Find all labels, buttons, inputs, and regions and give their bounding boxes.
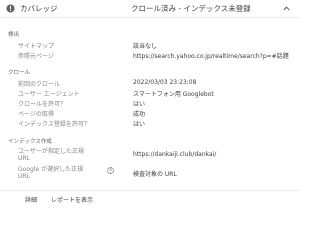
section-crawl: クロール bbox=[8, 70, 31, 76]
google-canonical-label-line1: Google が選択した正規 bbox=[18, 166, 84, 173]
crawl-allowed-label: クロールを許可？ bbox=[18, 101, 67, 108]
coverage-footer: 詳細 レポートを表示 bbox=[0, 190, 300, 208]
help-icon[interactable] bbox=[107, 167, 114, 174]
last-crawl-value: 2022/03/03 23:23:08 bbox=[133, 79, 197, 86]
user-canonical-value[interactable]: https://dankaiji.club/dankai/ bbox=[133, 151, 216, 158]
indexing-allowed-value: はい bbox=[133, 121, 146, 128]
user-agent-label: ユーザー エージェント bbox=[18, 91, 80, 98]
details-button[interactable]: 詳細 bbox=[25, 195, 37, 204]
user-agent-value: スマートフォン用 Googlebot bbox=[133, 91, 214, 98]
coverage-card: カバレッジ クロール済み - インデックス未登録 検出 サイトマップ 該当なし … bbox=[0, 0, 300, 207]
section-indexing: インデックス作成 bbox=[8, 139, 52, 145]
google-canonical-label-line2: URL bbox=[18, 173, 30, 180]
sitemap-label: サイトマップ bbox=[18, 43, 55, 50]
view-report-button[interactable]: レポートを表示 bbox=[51, 195, 93, 204]
coverage-title: カバレッジ bbox=[20, 4, 58, 13]
last-crawl-label: 前回のクロール bbox=[18, 81, 61, 88]
google-canonical-value: 検査対象の URL bbox=[133, 171, 177, 178]
indexing-allowed-label: インデックス登録を許可？ bbox=[18, 121, 90, 128]
warning-icon bbox=[6, 4, 15, 13]
page-fetch-label: ページの取得 bbox=[18, 111, 54, 118]
user-canonical-label: ユーザーが指定した正規 URL bbox=[18, 148, 84, 162]
user-canonical-label-line1: ユーザーが指定した正規 bbox=[18, 148, 84, 155]
referring-page-value[interactable]: https://search.yahoo.co.jp/realtime/sear… bbox=[133, 51, 289, 60]
user-canonical-label-line2: URL bbox=[18, 155, 30, 162]
crawl-allowed-value: はい bbox=[133, 101, 146, 108]
sitemap-value: 該当なし bbox=[133, 43, 158, 50]
page-fetch-value: 成功 bbox=[133, 111, 146, 118]
chevron-up-icon[interactable] bbox=[282, 4, 291, 13]
coverage-header[interactable]: カバレッジ クロール済み - インデックス未登録 bbox=[0, 0, 300, 18]
referring-page-label: 参照元ページ bbox=[18, 53, 54, 60]
section-detection: 検出 bbox=[8, 32, 20, 38]
google-canonical-label: Google が選択した正規 URL bbox=[18, 166, 83, 180]
coverage-status: クロール済み - インデックス未登録 bbox=[131, 4, 251, 13]
